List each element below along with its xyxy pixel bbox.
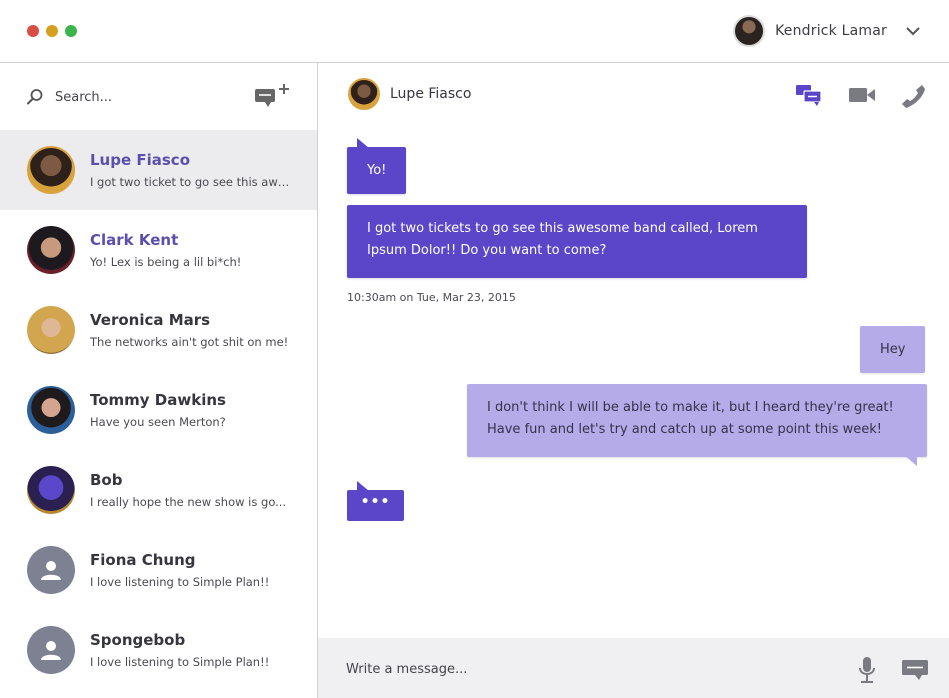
- contact-name: Bob: [90, 471, 123, 489]
- contact-preview: Yo! Lex is being a lil bi*ch!: [90, 255, 242, 269]
- message-composer: [318, 638, 949, 698]
- message-text-line: Ipsum Dolor!! Do you want to come?: [367, 243, 607, 258]
- avatar: [27, 626, 75, 674]
- message-input[interactable]: [346, 658, 826, 680]
- message-bubble-incoming: I got two tickets to go see this awesome…: [347, 205, 807, 278]
- chat-header: Lupe Fiasco: [318, 63, 949, 127]
- contact-name: Fiona Chung: [90, 551, 196, 569]
- contact-name: Lupe Fiasco: [90, 151, 191, 169]
- contact-name: Spongebob: [90, 631, 186, 649]
- message-bubble-outgoing: Hey: [860, 326, 926, 373]
- phone-icon[interactable]: [900, 83, 926, 109]
- window-controls: [27, 25, 77, 37]
- message-bubble-outgoing: I don't think I will be able to make it,…: [467, 384, 927, 466]
- message-bubble-incoming: Yo!: [347, 138, 407, 194]
- maximize-window-button[interactable]: [65, 25, 77, 37]
- contact-preview: I love listening to Simple Plan!!: [90, 655, 270, 669]
- bubble-tail: [357, 138, 369, 148]
- message-text-line: I got two tickets to go see this awesome…: [367, 221, 758, 236]
- avatar: [27, 546, 75, 594]
- contact-preview: I love listening to Simple Plan!!: [90, 575, 270, 589]
- chat-contact-name: Lupe Fiasco: [390, 86, 472, 102]
- message-text: Yo!: [367, 163, 387, 178]
- microphone-icon[interactable]: [857, 656, 877, 684]
- contact-name: Veronica Mars: [90, 311, 211, 329]
- user-placeholder-icon: [41, 641, 61, 660]
- typing-indicator: •••: [347, 481, 404, 521]
- message-timestamp: 10:30am on Tue, Mar 23, 2015: [347, 291, 516, 304]
- message-text: Hey: [880, 342, 906, 357]
- avatar: [27, 146, 75, 194]
- new-message-plus-icon[interactable]: [254, 83, 292, 109]
- contact-preview: The networks ain't got shit on me!: [90, 335, 289, 349]
- contact-item-tommy-dawkins[interactable]: Tommy Dawkins Have you seen Merton?: [0, 370, 317, 450]
- contact-item-clark-kent[interactable]: Clark Kent Yo! Lex is being a lil bi*ch!: [0, 210, 317, 290]
- contact-item-lupe-fiasco[interactable]: Lupe Fiasco I got two ticket to go see t…: [0, 130, 317, 210]
- search-bar: [0, 63, 317, 130]
- avatar: [27, 306, 75, 354]
- send-message-icon[interactable]: [901, 658, 929, 682]
- typing-dots: •••: [360, 494, 391, 510]
- search-icon[interactable]: [26, 88, 44, 106]
- message-text-line: Have fun and let's try and catch up at s…: [487, 422, 882, 437]
- contact-preview: I really hope the new show is go...: [90, 495, 287, 509]
- user-placeholder-icon: [41, 561, 61, 580]
- contact-list: Lupe Fiasco I got two ticket to go see t…: [0, 130, 317, 690]
- contacts-sidebar: Lupe Fiasco I got two ticket to go see t…: [0, 63, 317, 698]
- contact-item-bob[interactable]: Bob I really hope the new show is go...: [0, 450, 317, 530]
- avatar: [27, 466, 75, 514]
- bubble-tail: [357, 481, 369, 491]
- minimize-window-button[interactable]: [46, 25, 58, 37]
- bubble-tail: [905, 456, 917, 466]
- contact-name: Clark Kent: [90, 231, 179, 249]
- current-user-name[interactable]: Kendrick Lamar: [775, 23, 887, 39]
- video-camera-icon[interactable]: [848, 83, 876, 107]
- contact-preview: I got two ticket to go see this awe...: [90, 175, 295, 189]
- user-menu[interactable]: Kendrick Lamar: [733, 15, 921, 47]
- avatar: [27, 226, 75, 274]
- title-bar: Kendrick Lamar: [0, 0, 949, 62]
- contact-preview: Have you seen Merton?: [90, 415, 226, 429]
- avatar: [27, 386, 75, 434]
- contact-item-spongebob[interactable]: Spongebob I love listening to Simple Pla…: [0, 610, 317, 690]
- chevron-down-icon[interactable]: [905, 23, 921, 39]
- avatar[interactable]: [733, 15, 766, 47]
- message-thread: Yo! I got two tickets to go see this awe…: [318, 127, 949, 638]
- avatar[interactable]: [348, 78, 380, 110]
- message-text-line: I don't think I will be able to make it,…: [487, 400, 894, 415]
- contact-item-fiona-chung[interactable]: Fiona Chung I love listening to Simple P…: [0, 530, 317, 610]
- close-window-button[interactable]: [27, 25, 39, 37]
- chat-bubbles-icon[interactable]: [795, 83, 823, 107]
- search-input[interactable]: [55, 87, 225, 107]
- contact-item-veronica-mars[interactable]: Veronica Mars The networks ain't got shi…: [0, 290, 317, 370]
- contact-name: Tommy Dawkins: [90, 391, 226, 409]
